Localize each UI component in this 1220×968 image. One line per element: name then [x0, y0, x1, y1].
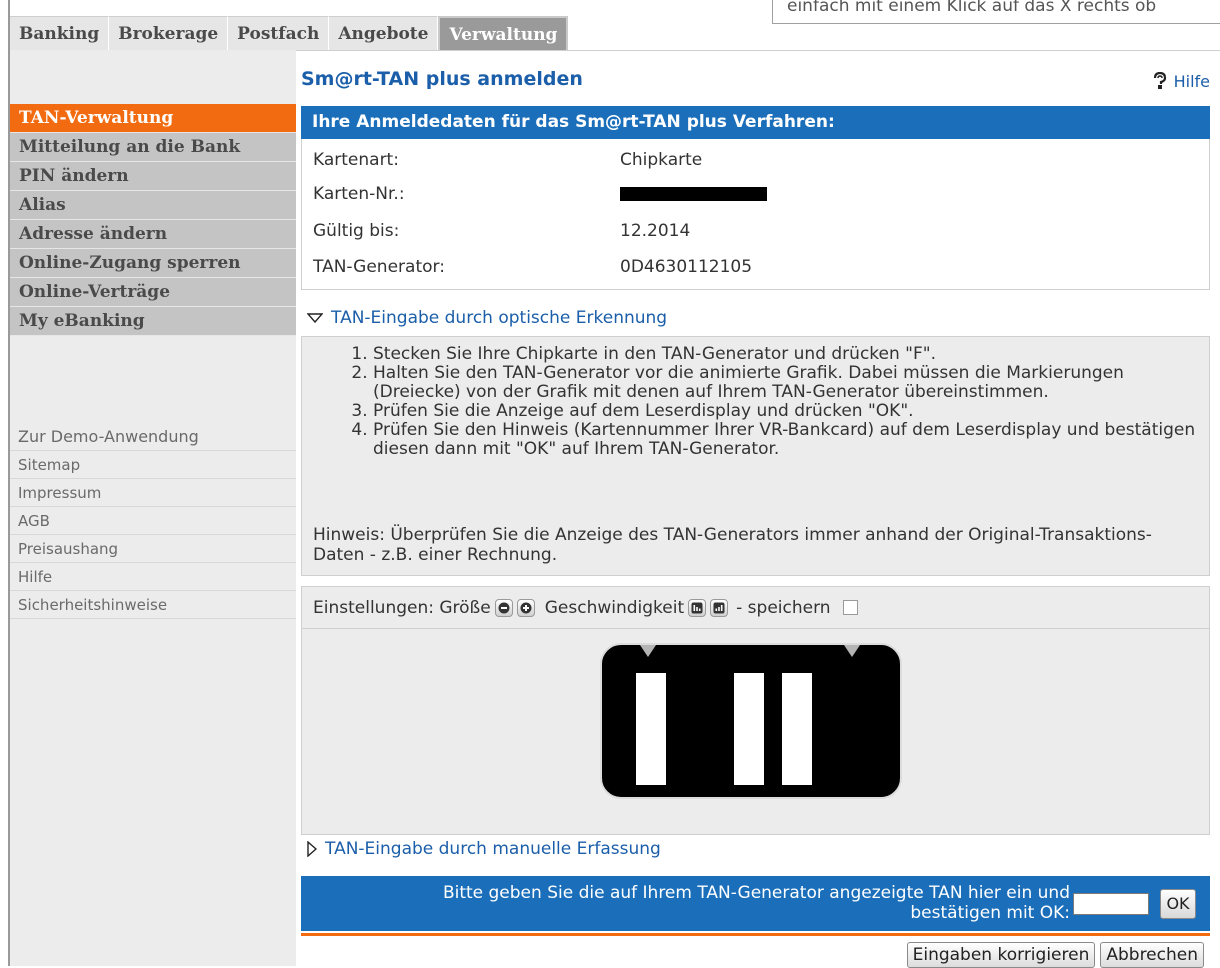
sidebar-nav: TAN-Verwaltung Mitteilung an die Bank PI… [10, 104, 296, 336]
redacted-card-number [620, 179, 767, 209]
tan-prompt: Bitte geben Sie die auf Ihrem TAN-Genera… [310, 883, 1070, 923]
triangle-down-icon [307, 313, 323, 323]
row-gueltig-bis: Gültig bis: 12.2014 [313, 216, 1203, 246]
ok-button[interactable]: OK [1160, 889, 1196, 919]
sidebar-item-zugang-sperren[interactable]: Online-Zugang sperren [10, 249, 296, 278]
sidebar-item-my-ebanking[interactable]: My eBanking [10, 307, 296, 336]
size-increase-button[interactable] [516, 598, 535, 617]
correct-inputs-button[interactable]: Eingaben korrigieren [906, 942, 1096, 968]
size-decrease-button[interactable] [494, 598, 513, 617]
speed-fast-icon [713, 602, 725, 613]
row-label: TAN-Generator: [313, 257, 445, 277]
save-label: - speichern [736, 597, 831, 618]
size-label: Einstellungen: Größe [313, 597, 491, 618]
tab-postfach[interactable]: Postfach [228, 16, 330, 50]
link-sicherheitshinweise[interactable]: Sicherheitshinweise [10, 591, 296, 619]
sidebar-item-pin-aendern[interactable]: PIN ändern [10, 162, 296, 191]
link-impressum[interactable]: Impressum [10, 479, 296, 507]
hint-text: Hinweis: Überprüfen Sie die Anzeige des … [313, 525, 1152, 565]
instruction-step: Stecken Sie Ihre Chipkarte in den TAN-Ge… [373, 345, 1207, 364]
row-tan-generator: TAN-Generator: 0D4630112105 [313, 252, 1203, 282]
info-banner-text: einfach mit einem Klick auf das X rechts… [787, 0, 1157, 16]
tan-prompt-line: Bitte geben Sie die auf Ihrem TAN-Genera… [442, 883, 1070, 903]
speed-faster-button[interactable] [710, 598, 729, 617]
top-tabs: Banking Brokerage Postfach Angebote Verw… [10, 16, 569, 50]
manual-section-label: TAN-Eingabe durch manuelle Erfassung [325, 839, 661, 859]
minus-icon [498, 602, 510, 613]
row-label: Kartenart: [313, 150, 399, 170]
manual-section-toggle[interactable]: TAN-Eingabe durch manuelle Erfassung [307, 834, 661, 864]
row-label: Karten-Nr.: [313, 184, 405, 204]
help-icon [1153, 72, 1166, 89]
divider [301, 933, 1210, 936]
tab-angebote[interactable]: Angebote [329, 16, 439, 50]
link-hilfe[interactable]: Hilfe [10, 563, 296, 591]
instructions-panel: Stecken Sie Ihre Chipkarte in den TAN-Ge… [301, 336, 1210, 576]
sidebar-item-online-vertraege[interactable]: Online-Verträge [10, 278, 296, 307]
flicker-code-area [301, 629, 1210, 835]
row-value: 0D4630112105 [620, 257, 753, 277]
speed-slower-button[interactable] [688, 598, 707, 617]
info-banner: einfach mit einem Klick auf das X rechts… [772, 0, 1220, 24]
optical-section-toggle[interactable]: TAN-Eingabe durch optische Erkennung [307, 303, 667, 333]
row-value: 12.2014 [620, 221, 691, 241]
row-label: Gültig bis: [313, 221, 400, 241]
instructions-list: Stecken Sie Ihre Chipkarte in den TAN-Ge… [347, 345, 1207, 459]
speed-label: Geschwindigkeit [544, 597, 685, 618]
sidebar-item-tan-verwaltung[interactable]: TAN-Verwaltung [10, 104, 296, 133]
tan-prompt-line: bestätigen mit OK: [910, 903, 1070, 923]
row-kartenart: Kartenart: Chipkarte [313, 145, 1203, 175]
instruction-step: Prüfen Sie den Hinweis (Kartennummer Ihr… [373, 421, 1207, 459]
help-link[interactable]: Hilfe [1152, 69, 1210, 93]
instruction-step: Halten Sie den TAN-Generator vor die ani… [373, 364, 1207, 402]
speed-slow-icon [691, 602, 703, 613]
action-buttons: Eingaben korrigieren Abbrechen [906, 942, 1204, 968]
help-label: Hilfe [1173, 71, 1210, 91]
row-value: Chipkarte [620, 150, 703, 170]
page-title: Sm@rt-TAN plus anmelden [301, 68, 583, 90]
row-karten-nr: Karten-Nr.: [313, 179, 1203, 209]
section-header: Ihre Anmeldedaten für das Sm@rt-TAN plus… [301, 106, 1210, 139]
cancel-button[interactable]: Abbrechen [1100, 942, 1204, 968]
tan-entry-bar: Bitte geben Sie die auf Ihrem TAN-Genera… [301, 876, 1210, 931]
triangle-right-icon [307, 841, 317, 857]
flicker-settings: Einstellungen: Größe Geschwindigkeit - s… [301, 586, 1210, 629]
flicker-code-graphic [600, 643, 902, 799]
link-agb[interactable]: AGB [10, 507, 296, 535]
plus-icon [520, 602, 532, 613]
link-demo[interactable]: Zur Demo-Anwendung [10, 423, 296, 451]
tan-input[interactable] [1073, 893, 1149, 915]
sidebar-item-mitteilung[interactable]: Mitteilung an die Bank [10, 133, 296, 162]
sidebar-links: Zur Demo-Anwendung Sitemap Impressum AGB… [10, 423, 296, 619]
link-preisaushang[interactable]: Preisaushang [10, 535, 296, 563]
sidebar-item-alias[interactable]: Alias [10, 191, 296, 220]
login-data-table: Kartenart: Chipkarte Karten-Nr.: Gültig … [301, 139, 1210, 290]
tab-banking[interactable]: Banking [10, 16, 110, 50]
save-settings-checkbox[interactable] [842, 600, 858, 615]
optical-section-label: TAN-Eingabe durch optische Erkennung [331, 308, 668, 328]
instruction-step: Prüfen Sie die Anzeige auf dem Leserdisp… [373, 402, 1207, 421]
tab-brokerage[interactable]: Brokerage [109, 16, 229, 50]
sidebar-item-adresse-aendern[interactable]: Adresse ändern [10, 220, 296, 249]
tab-verwaltung[interactable]: Verwaltung [438, 16, 569, 50]
link-sitemap[interactable]: Sitemap [10, 451, 296, 479]
